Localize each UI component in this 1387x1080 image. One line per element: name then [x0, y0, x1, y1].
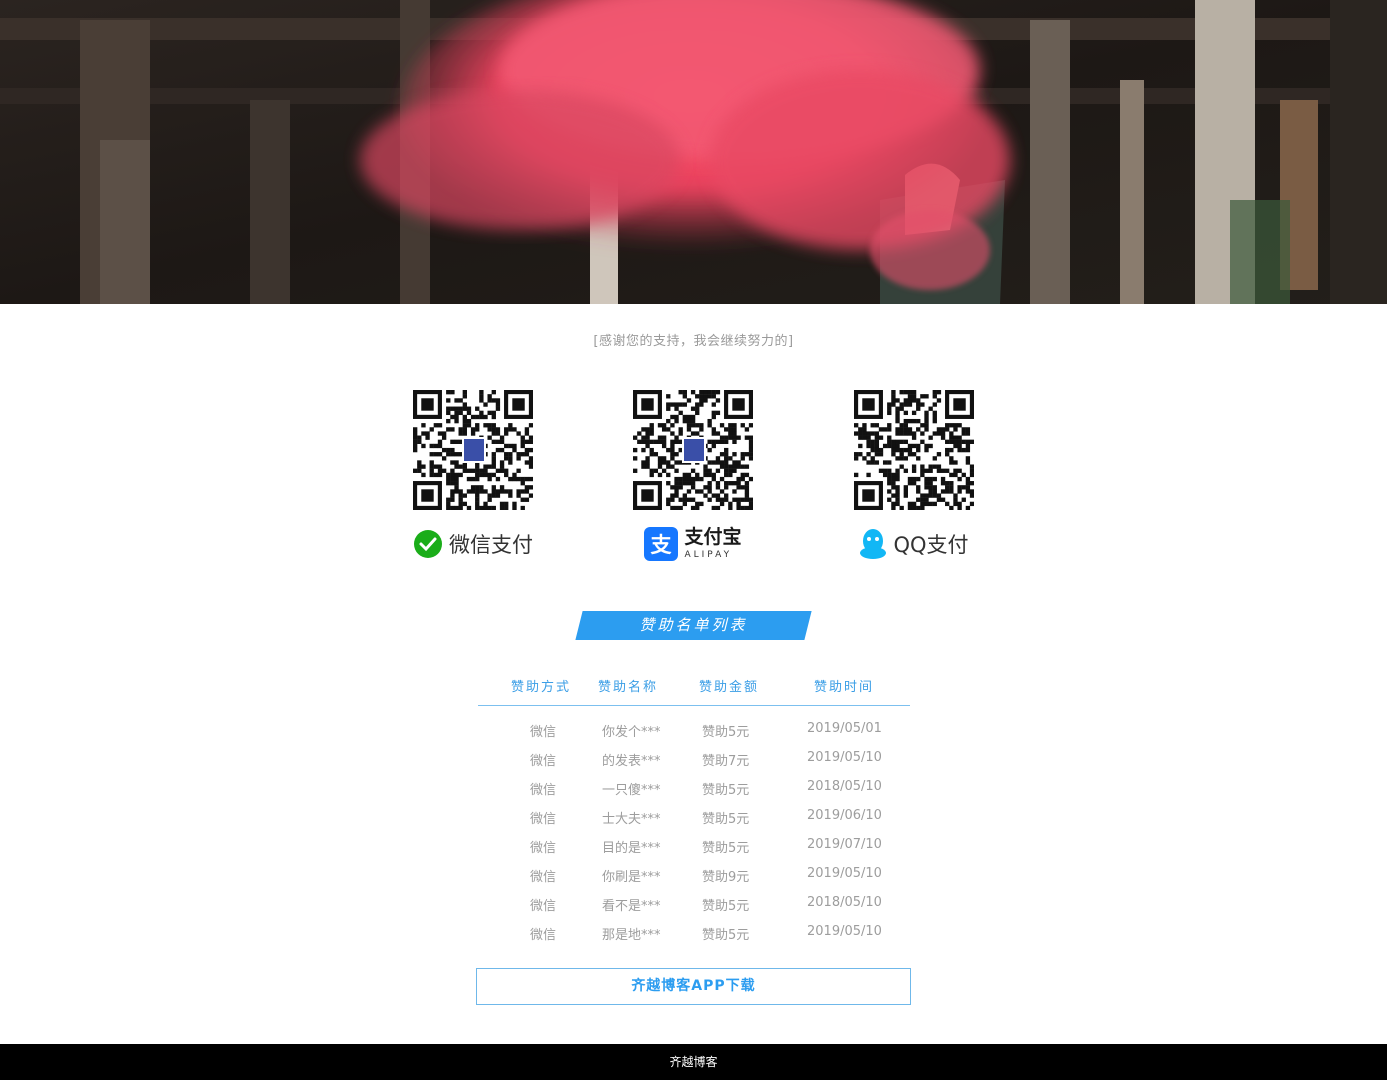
cell-time: 2019/06/10 — [807, 808, 882, 823]
alipay-icon: 支 — [644, 527, 679, 561]
column-header-name: 赞助名称 — [598, 680, 659, 695]
table-row: 微信 看不是*** 赞助5元 2018/05/10 — [478, 889, 910, 918]
cell-method: 微信 — [530, 899, 557, 914]
alipay-sublabel: ALIPAY — [684, 550, 733, 560]
cell-amount: 赞助5元 — [702, 783, 750, 798]
alipay-card[interactable]: 支 支付宝 ALIPAY — [613, 390, 773, 564]
hero-banner-image — [0, 0, 1387, 304]
table-row: 微信 一只傻*** 赞助5元 2018/05/10 — [478, 773, 910, 802]
table-row: 微信 你刷是*** 赞助9元 2019/05/10 — [478, 860, 910, 889]
column-header-method: 赞助方式 — [511, 680, 572, 695]
cell-name: 你发个*** — [602, 725, 661, 740]
alipay-qr-code — [633, 390, 753, 510]
cell-amount: 赞助5元 — [702, 928, 750, 943]
cell-time: 2019/07/10 — [807, 837, 882, 852]
table-row: 微信 的发表*** 赞助7元 2019/05/10 — [478, 744, 910, 773]
qq-pay-card[interactable]: QQ支付 — [834, 390, 994, 564]
alipay-label: 支付宝 — [684, 526, 742, 548]
wechat-pay-label: 微信支付 — [449, 533, 533, 557]
sponsor-table-header: 赞助方式 赞助名称 赞助金额 赞助时间 — [478, 676, 910, 706]
qq-qr-code — [854, 390, 974, 510]
cell-name: 你刷是*** — [602, 870, 661, 885]
footer: 齐越博客 — [0, 1044, 1387, 1080]
cell-name: 的发表*** — [602, 754, 661, 769]
cell-name: 士大夫*** — [602, 812, 661, 827]
cell-time: 2019/05/10 — [807, 750, 882, 765]
cell-time: 2019/05/01 — [807, 721, 882, 736]
cell-amount: 赞助5元 — [702, 812, 750, 827]
table-row: 微信 目的是*** 赞助5元 2019/07/10 — [478, 831, 910, 860]
column-header-time: 赞助时间 — [814, 680, 875, 695]
cell-amount: 赞助5元 — [702, 725, 750, 740]
wechat-qr-code — [413, 390, 533, 510]
cell-method: 微信 — [530, 754, 557, 769]
cell-amount: 赞助5元 — [702, 899, 750, 914]
footer-site-name: 齐越博客 — [669, 1055, 718, 1069]
app-download-button[interactable]: 齐越博客APP下载 — [476, 968, 911, 1005]
table-row: 微信 士大夫*** 赞助5元 2019/06/10 — [478, 802, 910, 831]
cell-method: 微信 — [530, 725, 557, 740]
qq-pay-label: QQ支付 — [893, 533, 969, 557]
column-header-amount: 赞助金额 — [699, 680, 760, 695]
cell-amount: 赞助7元 — [702, 754, 750, 769]
sponsor-table-body: 微信 你发个*** 赞助5元 2019/05/01 微信 的发表*** 赞助7元 2019/0… — [478, 715, 910, 947]
cell-amount: 赞助5元 — [702, 841, 750, 856]
cell-time: 2019/05/10 — [807, 866, 882, 881]
qq-penguin-icon — [860, 529, 887, 559]
cell-time: 2018/05/10 — [807, 895, 882, 910]
cell-time: 2019/05/10 — [807, 924, 882, 939]
table-row: 微信 那是地*** 赞助5元 2019/05/10 — [478, 918, 910, 947]
cell-name: 看不是*** — [602, 899, 661, 914]
cell-amount: 赞助9元 — [702, 870, 750, 885]
cell-time: 2018/05/10 — [807, 779, 882, 794]
cell-name: 那是地*** — [602, 928, 661, 943]
cell-method: 微信 — [530, 841, 557, 856]
sponsor-list-title: 赞助名单列表 — [575, 611, 812, 640]
cell-method: 微信 — [530, 812, 557, 827]
cell-method: 微信 — [530, 870, 557, 885]
cell-name: 目的是*** — [602, 841, 661, 856]
wechat-pay-icon — [414, 530, 442, 558]
svg-text:支: 支 — [651, 533, 673, 557]
table-row: 微信 你发个*** 赞助5元 2019/05/01 — [478, 715, 910, 744]
cell-name: 一只傻*** — [602, 783, 661, 798]
cell-method: 微信 — [530, 783, 557, 798]
sponsor-list-title-text: 赞助名单列表 — [639, 616, 748, 634]
wechat-pay-card[interactable]: 微信支付 — [393, 390, 553, 564]
cell-method: 微信 — [530, 928, 557, 943]
thanks-message: [感谢您的支持，我会继续努力的] — [593, 334, 794, 349]
